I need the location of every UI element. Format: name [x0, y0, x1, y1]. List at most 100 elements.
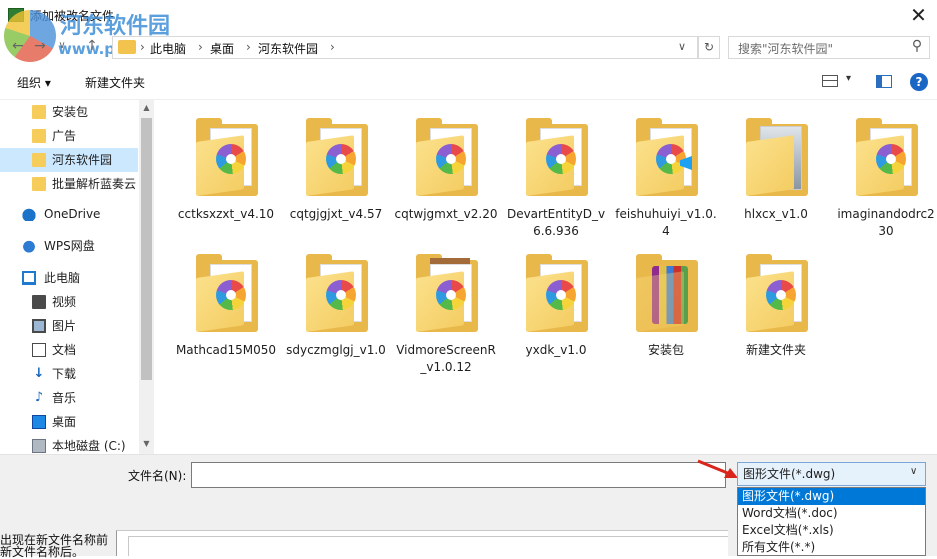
folder-tile[interactable]: cctksxzxt_v4.10	[174, 102, 278, 236]
folder-name: hlxcx_v1.0	[744, 207, 808, 221]
up-button[interactable]: ↑	[82, 36, 102, 56]
sidebar-item-ads[interactable]: 广告	[0, 124, 138, 148]
sidebar-item-music[interactable]: ♪ 音乐	[0, 386, 138, 410]
sidebar-item-onedrive[interactable]: OneDrive	[0, 202, 138, 226]
folder-icon	[856, 118, 918, 196]
folder-tile[interactable]: VidmoreScreenR_v1.0.12	[394, 238, 498, 374]
desktop-icon	[32, 415, 46, 429]
breadcrumb-separator: ›	[330, 40, 335, 54]
folder-tile[interactable]: 新建文件夹	[724, 238, 828, 372]
folder-tile[interactable]: cqtgjgjxt_v4.57	[284, 102, 388, 236]
folder-icon	[746, 254, 808, 332]
refresh-button[interactable]: ↻	[698, 36, 720, 59]
breadcrumb-item[interactable]: 河东软件园	[258, 40, 318, 57]
sidebar-item-label: OneDrive	[44, 207, 101, 221]
folder-icon	[526, 118, 588, 196]
file-type-option[interactable]: Word文档(*.doc)	[738, 505, 925, 522]
preview-pane-icon[interactable]	[876, 75, 892, 88]
sidebar-item-label: 此电脑	[44, 271, 81, 285]
folder-tile[interactable]: sdyczmglgj_v1.0	[284, 238, 388, 372]
folder-tile[interactable]: 安装包	[614, 238, 718, 372]
sidebar-item-desktop[interactable]: 桌面	[0, 410, 138, 434]
scroll-down-icon[interactable]: ▼	[141, 436, 152, 452]
folder-tile[interactable]: feishuhuiyi_v1.0.4	[614, 102, 718, 238]
help-icon[interactable]: ?	[910, 73, 928, 91]
folder-name: cqtgjgjxt_v4.57	[289, 207, 383, 221]
organize-button[interactable]: 组织 ▾	[17, 74, 51, 91]
sidebar-item-label: WPS网盘	[44, 239, 95, 253]
background-window-field	[128, 536, 728, 556]
folder-icon	[32, 177, 46, 191]
folder-name: DevartEntityD_v6.6.936	[506, 207, 606, 238]
folder-name: cctksxzxt_v4.10	[177, 207, 275, 221]
folder-tile[interactable]: DevartEntityD_v6.6.936	[504, 102, 608, 238]
sidebar-item-pictures[interactable]: 图片	[0, 314, 138, 338]
folder-icon	[32, 153, 46, 167]
navigation-pane: 安装包 广告 河东软件园 批量解析蓝奏云 OneDrive WPS网盘 此电脑 …	[0, 100, 154, 454]
folder-name: cqtwjgmxt_v2.20	[394, 207, 498, 221]
wps-cloud-icon	[22, 239, 36, 253]
sidebar-item-label: 文档	[52, 343, 77, 357]
sidebar-item-label: 本地磁盘 (C:)	[52, 439, 126, 453]
folder-name: sdyczmglgj_v1.0	[286, 343, 386, 357]
breadcrumb-separator: ›	[198, 40, 203, 54]
filename-input[interactable]	[191, 462, 726, 488]
folder-tile[interactable]: hlxcx_v1.0	[724, 102, 828, 236]
computer-icon	[22, 271, 36, 285]
sidebar-item-disk-c[interactable]: 本地磁盘 (C:)	[0, 434, 138, 454]
folder-name: 新建文件夹	[745, 343, 806, 357]
search-icon[interactable]: ⚲	[908, 38, 926, 56]
sidebar-item-hedong[interactable]: 河东软件园	[0, 148, 138, 172]
address-dropdown-icon[interactable]: ∨	[678, 40, 686, 53]
sidebar-item-installers[interactable]: 安装包	[0, 100, 138, 124]
folder-icon	[306, 118, 368, 196]
new-folder-button[interactable]: 新建文件夹	[85, 74, 145, 91]
folder-tile[interactable]: cqtwjgmxt_v2.20	[394, 102, 498, 236]
breadcrumb-item[interactable]: 此电脑	[150, 40, 186, 57]
folder-tile[interactable]: yxdk_v1.0	[504, 238, 608, 372]
sidebar-item-lanzou[interactable]: 批量解析蓝奏云	[0, 172, 138, 196]
view-mode-icon[interactable]	[822, 75, 838, 87]
folder-name: imaginandodrc230	[837, 207, 935, 238]
folder-icon	[196, 254, 258, 332]
file-type-option[interactable]: 所有文件(*.*)	[738, 539, 925, 556]
view-dropdown-icon[interactable]: ▾	[846, 73, 851, 84]
folder-icon	[746, 118, 808, 196]
filename-label: 文件名(N):	[128, 469, 187, 483]
sidebar-item-wps[interactable]: WPS网盘	[0, 234, 138, 258]
sidebar-item-label: 安装包	[52, 105, 89, 119]
chevron-down-icon[interactable]: ∨	[910, 466, 917, 477]
breadcrumb-item[interactable]: 桌面	[210, 40, 234, 57]
folder-name: feishuhuiyi_v1.0.4	[615, 207, 717, 238]
sidebar-item-documents[interactable]: 文档	[0, 338, 138, 362]
sidebar-item-videos[interactable]: 视频	[0, 290, 138, 314]
sidebar-item-label: 广告	[52, 129, 77, 143]
search-placeholder: 搜索"河东软件园"	[738, 42, 834, 56]
scroll-up-icon[interactable]: ▲	[141, 100, 152, 116]
sidebar-scroll-thumb[interactable]	[141, 118, 152, 380]
breadcrumb-separator: ›	[140, 40, 145, 54]
sidebar-item-label: 图片	[52, 319, 77, 333]
folder-icon	[636, 118, 698, 196]
back-button[interactable]: ←	[8, 36, 28, 56]
close-button[interactable]: ✕	[900, 2, 937, 28]
file-type-option[interactable]: 图形文件(*.dwg)	[738, 488, 925, 505]
folder-icon	[636, 254, 698, 332]
music-icon: ♪	[34, 390, 44, 405]
forward-button[interactable]: →	[30, 36, 50, 56]
disk-icon	[32, 439, 46, 453]
address-folder-icon	[118, 40, 136, 54]
background-window-text: 新文件名称后。	[0, 545, 85, 559]
file-type-option[interactable]: Excel文档(*.xls)	[738, 522, 925, 539]
sidebar-item-label: 下载	[52, 367, 77, 381]
folder-name: 安装包	[647, 343, 684, 357]
folder-tile[interactable]: imaginandodrc230	[834, 102, 937, 238]
recent-locations-button[interactable]: ∨	[52, 36, 72, 56]
sidebar-item-this-pc[interactable]: 此电脑	[0, 266, 138, 290]
sidebar-item-label: 桌面	[52, 415, 77, 429]
sidebar-item-downloads[interactable]: ↓ 下载	[0, 362, 138, 386]
file-type-select[interactable]: 图形文件(*.dwg)	[737, 462, 926, 486]
onedrive-icon	[22, 207, 36, 221]
folder-icon	[526, 254, 588, 332]
folder-tile[interactable]: Mathcad15M050	[174, 238, 278, 372]
